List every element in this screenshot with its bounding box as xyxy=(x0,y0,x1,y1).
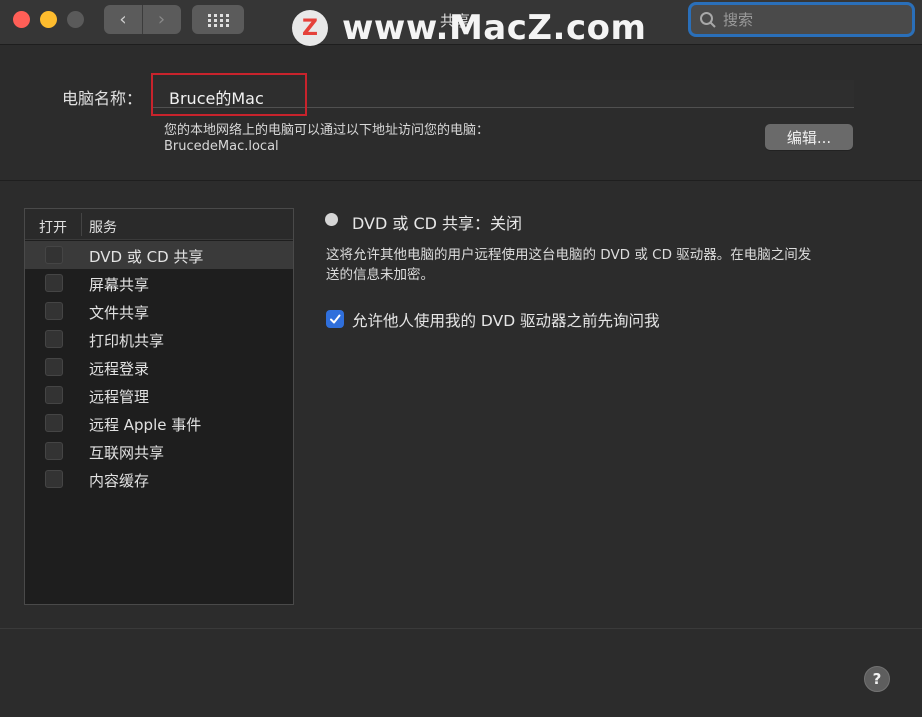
service-description: 这将允许其他电脑的用户远程使用这台电脑的 DVD 或 CD 驱动器。在电脑之间发 xyxy=(326,247,812,263)
services-list: 打开 服务 DVD 或 CD 共享 屏幕共享 文件共享 打印机共享 远程登录 远… xyxy=(24,208,294,605)
service-label: 内容缓存 xyxy=(89,472,150,490)
minimize-window-button[interactable] xyxy=(40,11,57,28)
back-button[interactable]: ‹ xyxy=(104,5,142,34)
service-label: 打印机共享 xyxy=(89,332,165,350)
forward-button[interactable]: › xyxy=(142,5,180,34)
column-separator xyxy=(81,213,82,236)
service-checkbox[interactable] xyxy=(45,442,63,460)
search-icon xyxy=(700,11,716,28)
chevron-right-icon: › xyxy=(157,9,166,30)
column-header-open[interactable]: 打开 xyxy=(39,217,67,237)
search-field[interactable] xyxy=(688,2,915,37)
service-checkbox[interactable] xyxy=(45,358,63,376)
service-checkbox[interactable] xyxy=(45,274,63,292)
service-status: DVD 或 CD 共享：关闭 xyxy=(352,214,523,233)
checkmark-icon xyxy=(330,314,341,324)
service-checkbox[interactable] xyxy=(45,302,63,320)
watermark-logo: Z xyxy=(292,10,328,46)
service-row-remote-login[interactable]: 远程登录 xyxy=(25,353,293,381)
annotation-highlight-box xyxy=(151,73,307,116)
service-checkbox[interactable] xyxy=(45,330,63,348)
show-all-button[interactable] xyxy=(192,5,244,34)
ask-before-use-checkbox[interactable] xyxy=(326,310,344,328)
service-checkbox[interactable] xyxy=(45,414,63,432)
service-row-screen-sharing[interactable]: 屏幕共享 xyxy=(25,269,293,297)
service-row-dvd-cd-sharing[interactable]: DVD 或 CD 共享 xyxy=(25,241,293,269)
grid-icon xyxy=(208,13,229,27)
divider xyxy=(0,180,922,181)
local-hostname: BrucedeMac.local xyxy=(164,139,279,154)
service-row-remote-management[interactable]: 远程管理 xyxy=(25,381,293,409)
status-indicator xyxy=(325,213,338,226)
navigation-buttons: ‹ › xyxy=(104,5,181,34)
divider xyxy=(0,628,922,629)
search-input[interactable] xyxy=(723,10,903,29)
help-button[interactable]: ? xyxy=(864,666,890,692)
watermark: Z www.MacZ.com xyxy=(292,8,646,48)
service-label: 屏幕共享 xyxy=(89,276,150,294)
service-label: 互联网共享 xyxy=(89,444,165,462)
service-label: 远程 Apple 事件 xyxy=(89,416,202,434)
service-checkbox[interactable] xyxy=(45,386,63,404)
service-checkbox[interactable] xyxy=(45,470,63,488)
service-label: 文件共享 xyxy=(89,304,150,322)
service-label: DVD 或 CD 共享 xyxy=(89,248,204,266)
service-checkbox[interactable] xyxy=(45,246,63,264)
service-row-remote-apple-events[interactable]: 远程 Apple 事件 xyxy=(25,409,293,437)
service-row-internet-sharing[interactable]: 互联网共享 xyxy=(25,437,293,465)
ask-before-use-label[interactable]: 允许他人使用我的 DVD 驱动器之前先询问我 xyxy=(352,309,660,331)
service-row-content-caching[interactable]: 内容缓存 xyxy=(25,465,293,493)
address-hint: 您的本地网络上的电脑可以通过以下地址访问您的电脑： xyxy=(164,123,490,138)
edit-button[interactable]: 编辑... xyxy=(765,124,853,150)
zoom-window-button[interactable] xyxy=(67,11,84,28)
close-window-button[interactable] xyxy=(13,11,30,28)
service-description-continued: 送的信息未加密。 xyxy=(326,267,434,283)
service-row-printer-sharing[interactable]: 打印机共享 xyxy=(25,325,293,353)
computer-name-label: 电脑名称： xyxy=(62,89,143,108)
service-row-file-sharing[interactable]: 文件共享 xyxy=(25,297,293,325)
services-list-header: 打开 服务 xyxy=(25,209,293,240)
service-label: 远程管理 xyxy=(89,388,150,406)
column-header-service[interactable]: 服务 xyxy=(89,217,117,237)
service-label: 远程登录 xyxy=(89,360,150,378)
watermark-text: www.MacZ.com xyxy=(342,8,647,48)
chevron-left-icon: ‹ xyxy=(119,9,127,30)
